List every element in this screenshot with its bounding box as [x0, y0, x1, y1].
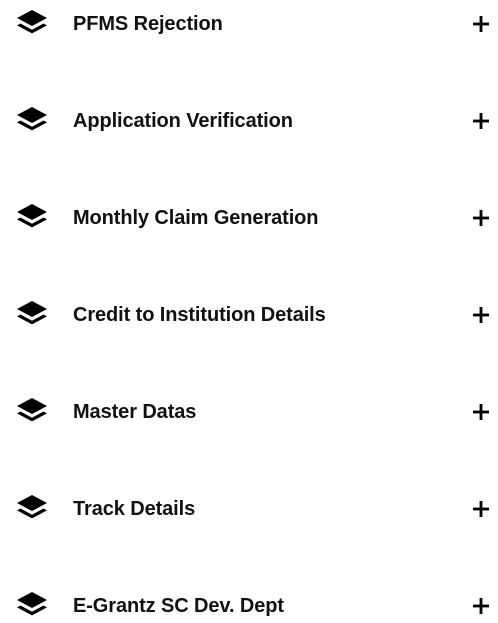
plus-icon[interactable]: [470, 13, 492, 35]
layers-icon: [16, 203, 48, 233]
layers-icon: [16, 591, 48, 621]
layers-icon: [16, 106, 48, 136]
plus-icon[interactable]: [470, 110, 492, 132]
plus-icon[interactable]: [470, 304, 492, 326]
layers-icon: [16, 397, 48, 427]
menu-item-master-datas[interactable]: Master Datas: [0, 390, 498, 434]
layers-icon: [16, 494, 48, 524]
plus-icon[interactable]: [470, 207, 492, 229]
menu-item-e-grantz-sc-dev-dept[interactable]: E-Grantz SC Dev. Dept: [0, 584, 498, 623]
menu-item-credit-to-institution-details[interactable]: Credit to Institution Details: [0, 293, 498, 337]
menu-item-label: PFMS Rejection: [73, 12, 223, 35]
menu-item-label: Monthly Claim Generation: [73, 206, 319, 229]
menu-item-track-details[interactable]: Track Details: [0, 487, 498, 531]
menu-item-label: Credit to Institution Details: [73, 303, 326, 326]
menu-item-label: Application Verification: [73, 109, 293, 132]
layers-icon: [16, 300, 48, 330]
menu-item-label: E-Grantz SC Dev. Dept: [73, 594, 284, 617]
menu-item-label: Master Datas: [73, 400, 197, 423]
menu-item-label: Track Details: [73, 497, 196, 520]
menu-item-pfms-rejection[interactable]: PFMS Rejection: [0, 2, 498, 46]
layers-icon: [16, 9, 48, 39]
accordion-menu: PFMS Rejection Application Verification …: [0, 0, 498, 623]
plus-icon[interactable]: [470, 401, 492, 423]
menu-item-application-verification[interactable]: Application Verification: [0, 99, 498, 143]
plus-icon[interactable]: [470, 595, 492, 617]
menu-item-monthly-claim-generation[interactable]: Monthly Claim Generation: [0, 196, 498, 240]
plus-icon[interactable]: [470, 498, 492, 520]
